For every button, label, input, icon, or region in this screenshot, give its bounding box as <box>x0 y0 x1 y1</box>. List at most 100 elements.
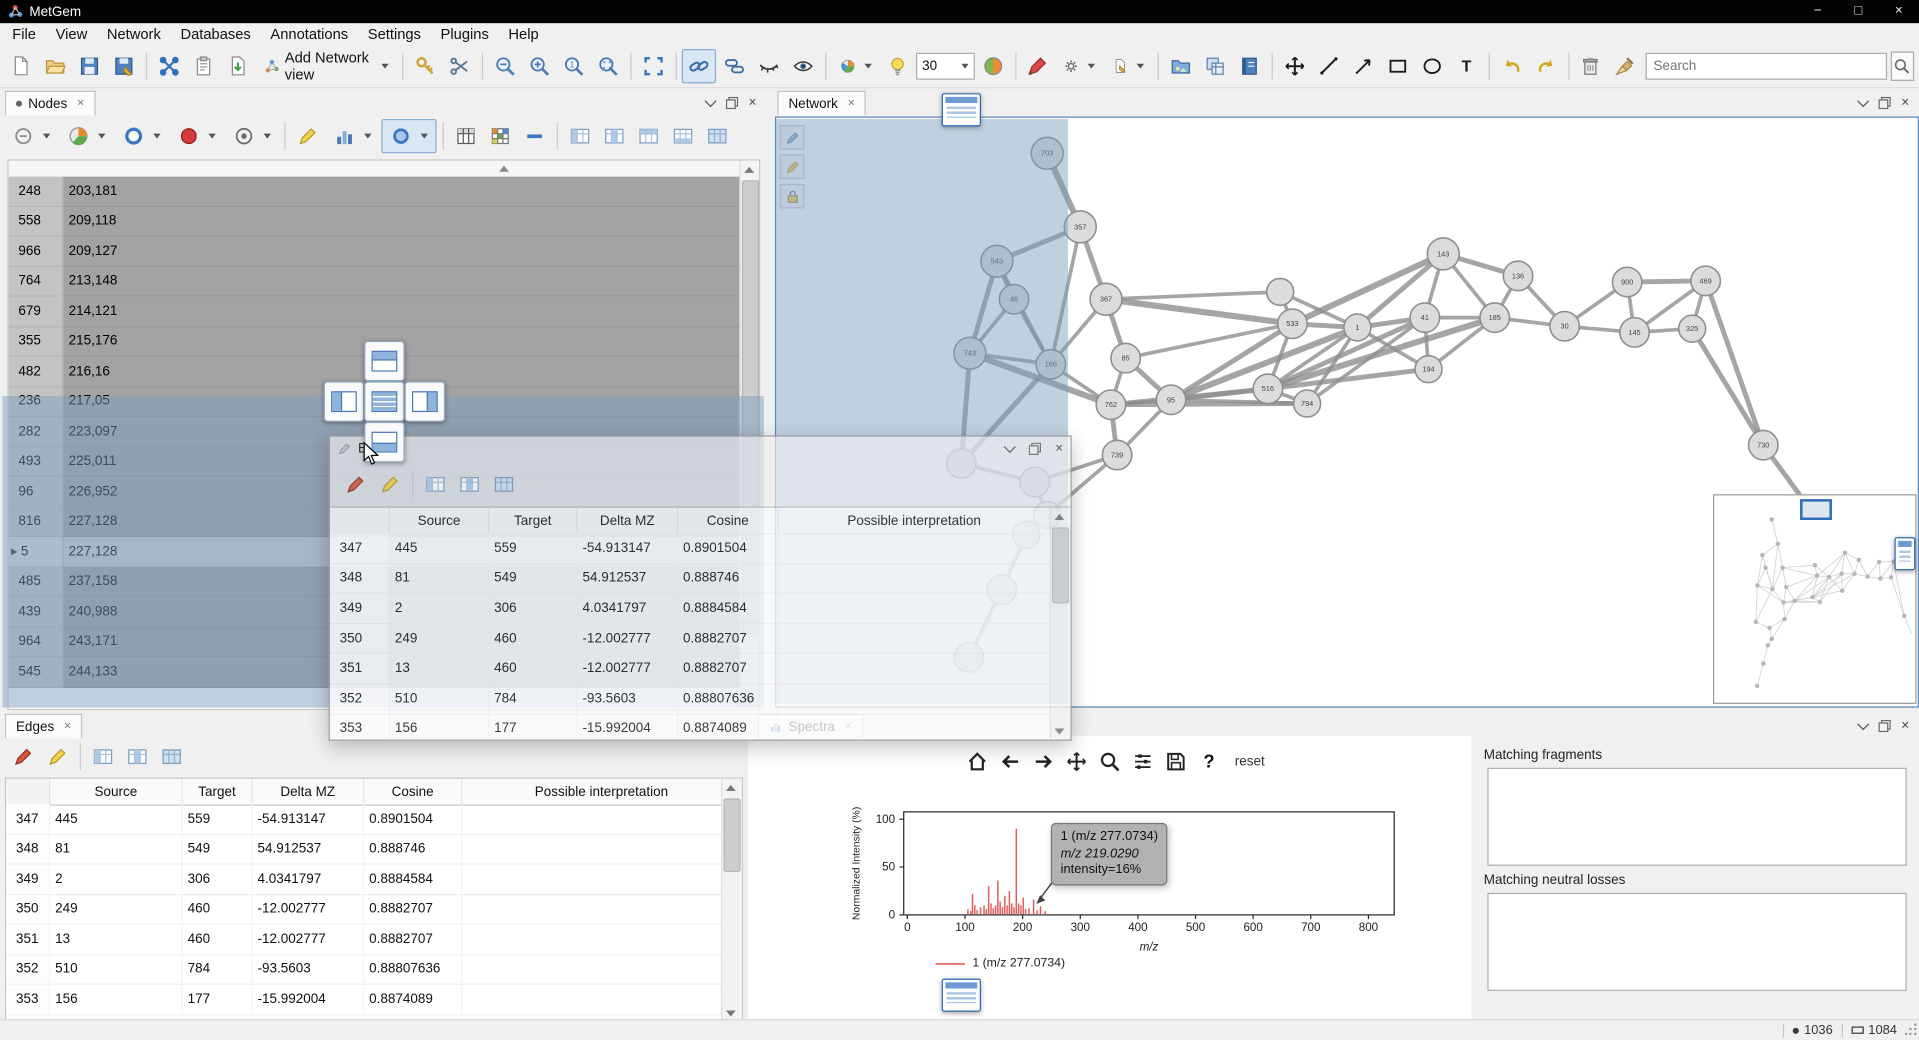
cosine-cell[interactable]: 0.88807636 <box>678 684 779 714</box>
dart-button[interactable] <box>1022 50 1054 82</box>
row-header[interactable]: 355 <box>9 327 64 357</box>
cosine-cell[interactable]: 0.8884584 <box>678 594 779 624</box>
autohide-handle-bottom[interactable] <box>942 979 981 1012</box>
matching-losses-box[interactable] <box>1487 893 1906 991</box>
menu-help[interactable]: Help <box>499 23 549 45</box>
pie-chart-column-button[interactable] <box>60 120 113 152</box>
floating-panel-titlebar[interactable]: Edges × <box>330 437 1071 462</box>
clear-broom-button[interactable] <box>1609 50 1641 82</box>
edges-table-view-1-button[interactable] <box>87 741 119 773</box>
cosine-cell[interactable]: 0.8882707 <box>364 925 462 955</box>
cosine-cell[interactable]: 0.8874089 <box>364 985 462 1015</box>
source-cell[interactable]: 510 <box>390 684 489 714</box>
network-dock-float-icon[interactable] <box>1878 97 1890 109</box>
table-view-rows-button[interactable] <box>667 120 699 152</box>
edge-pen-red-button[interactable] <box>7 741 39 773</box>
row-header[interactable]: 348 <box>6 835 50 865</box>
edges-col-header[interactable]: Cosine <box>678 508 779 534</box>
delta-cell[interactable]: -54.913147 <box>578 533 679 563</box>
delta-cell[interactable]: -93.5603 <box>253 955 365 985</box>
menu-settings[interactable]: Settings <box>358 23 431 45</box>
edges-table-scrollbar[interactable] <box>721 779 742 1022</box>
close-button[interactable]: × <box>1879 0 1919 23</box>
mz-cell[interactable]: 209,127 <box>64 237 741 267</box>
save-as-button[interactable] <box>108 50 140 82</box>
target-cell[interactable]: 177 <box>183 985 253 1015</box>
target-cell[interactable]: 460 <box>489 654 577 684</box>
matching-fragments-box[interactable] <box>1487 768 1906 866</box>
menu-network[interactable]: Network <box>97 23 171 45</box>
fp-table-view-3-button[interactable] <box>488 468 520 500</box>
link-views-button[interactable] <box>719 50 751 82</box>
interp-cell[interactable] <box>779 594 1051 624</box>
plot-forward-button[interactable] <box>1029 747 1058 776</box>
plot-save-button[interactable] <box>1161 747 1190 776</box>
fp-pen-yellow-button[interactable] <box>374 468 406 500</box>
interp-cell[interactable] <box>779 654 1051 684</box>
floating-panel-float-icon[interactable] <box>1028 443 1040 455</box>
nodes-column-header[interactable] <box>9 161 759 178</box>
edges-col-header[interactable]: Target <box>183 779 253 805</box>
target-cell[interactable]: 306 <box>489 594 577 624</box>
show-items-eye-open-button[interactable] <box>788 50 820 82</box>
interp-cell[interactable] <box>779 624 1051 654</box>
source-cell[interactable]: 156 <box>390 714 489 739</box>
plot-subplots-button[interactable] <box>1128 747 1157 776</box>
target-cell[interactable]: 784 <box>489 684 577 714</box>
cosine-cell[interactable]: 0.8882707 <box>364 895 462 925</box>
nodes-table-row[interactable]: 558209,118 <box>9 207 741 237</box>
export-annotations-button[interactable] <box>1105 50 1152 82</box>
floating-edges-panel[interactable]: Edges × SourceTargetDelta MZCosinePossib… <box>329 435 1072 740</box>
interp-cell[interactable] <box>462 985 722 1015</box>
delta-cell[interactable]: 54.912537 <box>253 835 365 865</box>
edges-table-row[interactable]: 35113460-12.0027770.8882707 <box>6 925 722 955</box>
delta-cell[interactable]: 4.0341797 <box>578 594 679 624</box>
nodes-dock-menu-icon[interactable] <box>704 95 716 107</box>
edges-table-row[interactable]: 350249460-12.0027770.8882707 <box>6 895 722 925</box>
plot-zoom-button[interactable] <box>1095 747 1124 776</box>
pie-color-mapping-button[interactable] <box>833 50 880 82</box>
neutral-loss-filter-button[interactable] <box>5 120 58 152</box>
undo-button[interactable] <box>1496 50 1528 82</box>
nodes-table-row[interactable]: 966209,127 <box>9 237 741 267</box>
edges-table-view-2-button[interactable] <box>121 741 153 773</box>
highlight-pen-button[interactable] <box>292 120 324 152</box>
minimap-viewport[interactable] <box>1800 499 1832 520</box>
plot-back-button[interactable] <box>996 747 1025 776</box>
target-cell[interactable]: 460 <box>183 895 253 925</box>
source-cell[interactable]: 2 <box>390 594 489 624</box>
sphere-style-button[interactable] <box>977 50 1009 82</box>
import-group-mappings-button[interactable] <box>222 50 254 82</box>
dock-indicator-top[interactable] <box>364 341 404 381</box>
edges-table-row[interactable]: 353156177-15.9920040.8874089 <box>330 714 1051 739</box>
edges-table-row[interactable]: 350249460-12.0027770.8882707 <box>330 624 1051 654</box>
cosine-cell[interactable]: 0.888746 <box>364 835 462 865</box>
interp-cell[interactable] <box>779 533 1051 563</box>
interp-cell[interactable] <box>462 835 722 865</box>
edges-col-header[interactable]: Delta MZ <box>253 779 365 805</box>
tab-network[interactable]: Network × <box>777 91 866 116</box>
delta-cell[interactable]: -15.992004 <box>578 714 679 739</box>
table-view-full-button[interactable] <box>701 120 733 152</box>
network-dock-close-icon[interactable]: × <box>1901 96 1909 111</box>
spectra-dock-close-icon[interactable]: × <box>1901 719 1909 734</box>
edges-table-row[interactable]: 353156177-15.9920040.8874089 <box>6 985 722 1015</box>
cosine-cell[interactable]: 0.8882707 <box>678 624 779 654</box>
delta-cell[interactable]: -12.002777 <box>253 895 365 925</box>
pan-tool-button[interactable] <box>1279 50 1311 82</box>
source-cell[interactable]: 81 <box>390 564 489 594</box>
source-cell[interactable]: 2 <box>50 865 182 895</box>
interp-cell[interactable] <box>779 684 1051 714</box>
zoom-out-button[interactable] <box>489 50 521 82</box>
edges-table-row[interactable]: 3488154954.9125370.888746 <box>330 564 1051 594</box>
delta-cell[interactable]: -12.002777 <box>578 654 679 684</box>
menu-plugins[interactable]: Plugins <box>431 23 499 45</box>
draw-arrow-button[interactable] <box>1347 50 1379 82</box>
node-glow-button[interactable] <box>381 119 436 153</box>
mz-cell[interactable]: 203,181 <box>64 177 741 207</box>
cosine-cell[interactable]: 0.8874089 <box>678 714 779 739</box>
fp-table-view-1-button[interactable] <box>419 468 451 500</box>
maximize-button[interactable]: □ <box>1838 0 1878 23</box>
floating-panel-close-icon[interactable]: × <box>1055 442 1063 457</box>
target-cell[interactable]: 559 <box>489 533 577 563</box>
